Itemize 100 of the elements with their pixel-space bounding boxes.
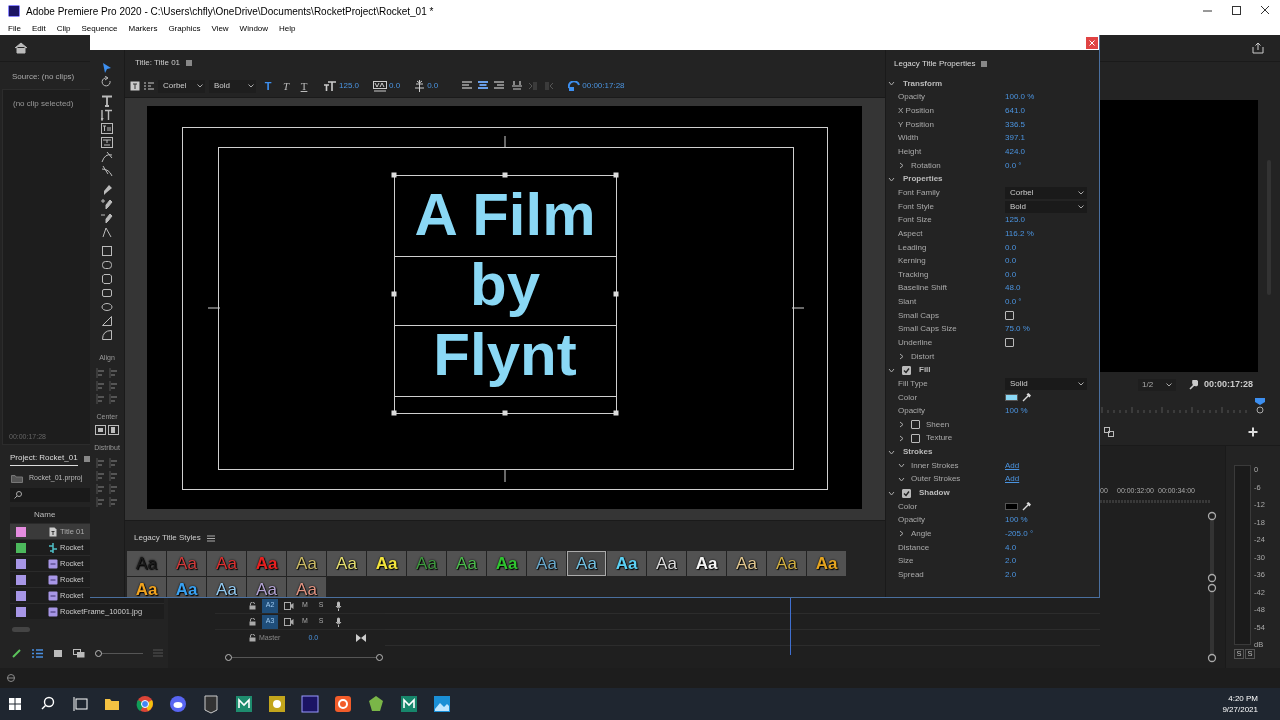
rounded-rectangle-icon[interactable] [101,259,113,271]
wedge-icon[interactable] [101,315,113,327]
chevron-down-icon[interactable] [898,462,905,470]
app-icon[interactable] [399,693,419,715]
chevron-right-icon[interactable] [898,530,905,538]
property-value[interactable]: 0.0 [1005,241,1017,254]
sync-lock-icon[interactable] [284,617,294,626]
title-style-swatch[interactable]: Aa [807,551,846,576]
pen-icon[interactable] [101,184,113,196]
area-type-icon[interactable] [101,123,113,135]
color-swatch[interactable] [1005,394,1018,402]
menu-item[interactable]: Help [279,23,296,34]
align-right-icon[interactable] [494,81,505,91]
menu-item[interactable]: Markers [128,23,158,34]
property-label[interactable]: Sheen [926,418,950,431]
align-center-icon[interactable] [478,81,489,91]
photos-icon[interactable] [432,693,452,715]
vertical-type-icon[interactable] [101,109,113,121]
title-style-swatch[interactable]: Aa [287,551,326,576]
add-anchor-icon[interactable] [101,198,113,210]
chevron-right-icon[interactable] [898,421,905,429]
bold-toggle[interactable]: T [262,80,274,92]
path-type-icon[interactable] [101,165,113,177]
title-style-swatch[interactable]: Aa [447,551,486,576]
convert-anchor-icon[interactable] [101,226,113,238]
background-timecode[interactable]: 00:00:17:28 [582,80,625,92]
app-icon[interactable] [267,693,287,715]
type-tool-icon[interactable] [101,95,113,107]
wrench-icon[interactable] [1188,380,1198,390]
title-style-swatch[interactable]: Aa [647,551,686,576]
shield-app-icon[interactable] [201,693,221,715]
leading-value[interactable]: 0.0 [427,80,439,92]
app-icon[interactable] [234,693,254,715]
rounded-rectangle-icon[interactable] [101,287,113,299]
title-style-swatch[interactable]: Aa [607,551,646,576]
tab-stops-icon[interactable] [144,81,154,91]
font-size-value[interactable]: 125.0 [339,80,360,92]
underline-toggle[interactable]: T [298,80,310,92]
delete-anchor-icon[interactable] [101,212,113,224]
title-style-swatch[interactable]: Aa [327,551,366,576]
add-icon[interactable] [1248,426,1258,437]
title-style-swatch[interactable]: Aa [207,577,246,597]
property-value[interactable]: 0.0 ° [1005,159,1022,172]
checkbox[interactable] [911,420,920,430]
share-icon[interactable] [1252,42,1264,54]
arc-icon[interactable] [101,329,113,341]
menu-item[interactable]: Edit [31,23,46,34]
title-style-swatch[interactable]: Aa [527,551,566,576]
title-style-swatch[interactable]: Aa [567,551,606,576]
section-header[interactable]: Properties [903,173,943,186]
panel-tab[interactable]: Title: Title 01 [135,56,181,69]
chevron-right-icon[interactable] [898,162,905,170]
property-value[interactable]: 100 % [1005,405,1028,418]
chevron-down-icon[interactable] [888,489,895,497]
checkbox[interactable] [1005,338,1014,348]
center-horizontal-icon[interactable] [95,425,106,435]
vertical-area-type-icon[interactable] [101,137,113,149]
property-value[interactable]: 100 % [1005,514,1028,527]
menu-item[interactable]: Graphics [168,23,201,34]
panel-tab[interactable]: Project: Rocket_01 [10,452,78,466]
chevron-right-icon[interactable] [898,434,905,442]
chevron-down-icon[interactable] [888,448,895,456]
eyedropper-icon[interactable] [1022,502,1031,512]
property-label[interactable]: Inner Strokes [911,459,959,472]
rectangle-icon[interactable] [101,245,113,257]
property-value[interactable]: 75.0 % [1005,323,1030,336]
microphone-icon[interactable] [334,616,342,627]
section-header[interactable]: Transform [903,77,943,90]
chevron-down-icon[interactable] [888,80,895,88]
title-text-line[interactable]: A Film [414,180,596,250]
panel-menu-icon[interactable] [186,59,193,66]
panel-menu-icon[interactable] [83,456,90,462]
dropdown[interactable]: Corbel [1005,186,1087,199]
kerning-value[interactable]: 0.0 [389,80,401,92]
font-size-icon[interactable] [324,80,337,92]
menu-item[interactable]: Clip [56,23,71,34]
title-style-swatch[interactable]: Aa [247,577,286,597]
property-value[interactable]: 4.0 [1005,541,1017,554]
chevron-down-icon[interactable] [888,366,895,374]
zoom-slider[interactable] [95,649,143,657]
menu-item[interactable]: Window [239,23,269,34]
menu-item[interactable]: Sequence [81,23,118,34]
bowtie-icon[interactable] [356,634,367,642]
property-value[interactable]: 125.0 [1005,214,1026,227]
pencil-icon[interactable] [12,648,22,658]
checkbox[interactable] [902,488,911,498]
title-style-swatch[interactable]: Aa [367,551,406,576]
status-icon[interactable] [6,673,16,683]
title-style-swatch[interactable]: Aa [687,551,726,576]
property-value[interactable]: 0.0 [1005,268,1017,281]
property-value[interactable]: 336.5 [1005,118,1026,131]
checkbox[interactable] [1005,311,1014,321]
section-header[interactable]: Fill [919,364,931,377]
eyedropper-icon[interactable] [1022,393,1031,403]
align-left-icon[interactable] [462,81,473,91]
title-text-line[interactable]: Flynt [433,320,577,390]
text-bounding-box[interactable] [391,172,619,416]
checkbox[interactable] [911,433,920,443]
zoom-dropdown[interactable]: 1/2 [1138,379,1176,391]
panel-tab[interactable]: Legacy Title Properties [894,57,976,70]
